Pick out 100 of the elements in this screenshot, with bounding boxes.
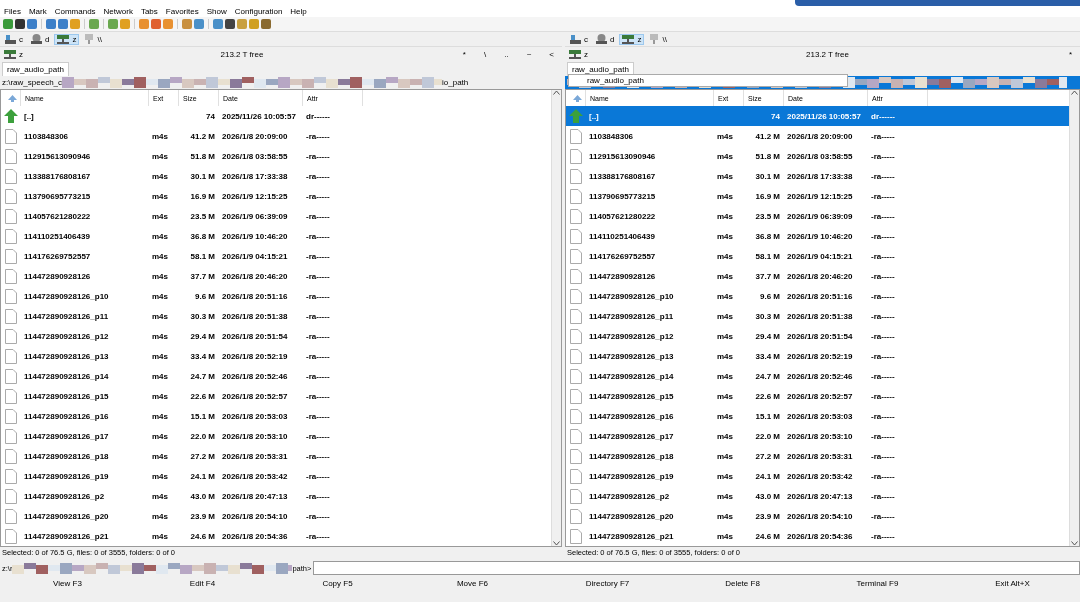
file-name: 114472890928126 [588, 271, 657, 281]
file-row[interactable]: 113388176808167 m4s 30.1 M 2026/1/8 17:33:38 -ra----- [566, 166, 1069, 186]
file-ext: m4s [716, 191, 734, 201]
file-row[interactable]: 114472890928126_p14 m4s 24.7 M 2026/1/8 20:52:46 -ra----- [1, 366, 551, 386]
drive-button[interactable]: c [2, 33, 26, 45]
scrollbar[interactable] [1069, 90, 1079, 546]
drive-button[interactable]: z [619, 33, 645, 45]
file-icon [5, 528, 17, 544]
file-row[interactable]: 114472890928126_p13 m4s 33.4 M 2026/1/8 20:52:19 -ra----- [1, 346, 551, 366]
file-row[interactable]: 114472890928126_p19 m4s 24.1 M 2026/1/8 20:53:42 -ra----- [1, 466, 551, 486]
nav-button[interactable]: .. [502, 49, 511, 59]
file-name: 114472890928126_p2 [23, 491, 106, 501]
path-bar[interactable]: raw_audio_path [565, 76, 1080, 89]
file-row[interactable]: 113790695773215 m4s 16.9 M 2026/1/9 12:15:25 -ra----- [566, 186, 1069, 206]
drive-button[interactable]: \\ [81, 33, 105, 45]
file-row[interactable]: 114472890928126_p10 m4s 9.6 M 2026/1/8 20:51:16 -ra----- [566, 286, 1069, 306]
menu-item[interactable]: Commands [54, 6, 96, 16]
file-row[interactable]: 114472890928126_p15 m4s 22.6 M 2026/1/8 20:52:57 -ra----- [566, 386, 1069, 406]
file-row[interactable]: 113388176808167 m4s 30.1 M 2026/1/8 17:33:38 -ra----- [1, 166, 551, 186]
nav-button[interactable]: < [547, 49, 556, 59]
file-row[interactable]: 114472890928126_p17 m4s 22.0 M 2026/1/8 20:53:10 -ra----- [566, 426, 1069, 446]
file-row[interactable]: 114176269752557 m4s 58.1 M 2026/1/9 04:15:21 -ra----- [1, 246, 551, 266]
menu-item[interactable]: Files [4, 6, 21, 16]
drive-button[interactable]: c [567, 33, 591, 45]
file-icon [570, 128, 582, 144]
file-size: 16.9 M [189, 191, 216, 201]
file-row[interactable]: 114472890928126_p17 m4s 22.0 M 2026/1/8 20:53:10 -ra----- [1, 426, 551, 446]
file-ext: m4s [151, 271, 169, 281]
menu-item[interactable]: Configuration [234, 6, 283, 16]
file-size: 23.9 M [189, 511, 216, 521]
tab-menu-item[interactable]: raw_audio_path [568, 74, 848, 87]
file-row[interactable]: 114472890928126_p11 m4s 30.3 M 2026/1/8 20:51:38 -ra----- [566, 306, 1069, 326]
file-row[interactable]: 114472890928126_p19 m4s 24.1 M 2026/1/8 20:53:42 -ra----- [566, 466, 1069, 486]
file-row[interactable]: 112915613090946 m4s 51.8 M 2026/1/8 03:58:55 -ra----- [566, 146, 1069, 166]
file-row[interactable]: 113790695773215 m4s 16.9 M 2026/1/9 12:15:25 -ra----- [1, 186, 551, 206]
file-attr: -ra----- [305, 371, 331, 381]
file-attr: -ra----- [870, 451, 896, 461]
file-row[interactable]: 114472890928126_p13 m4s 33.4 M 2026/1/8 20:52:19 -ra----- [566, 346, 1069, 366]
menu-item[interactable]: Favorites [165, 6, 199, 16]
file-name: 114176269752557 [23, 251, 92, 261]
file-row[interactable]: 114472890928126_p10 m4s 9.6 M 2026/1/8 20:51:16 -ra----- [1, 286, 551, 306]
file-attr: -ra----- [305, 391, 331, 401]
file-ext: m4s [151, 491, 169, 501]
file-date: 2026/1/8 20:52:57 [786, 391, 854, 401]
file-name: 114110251406439 [588, 231, 656, 241]
file-row[interactable]: 114472890928126_p2 m4s 43.0 M 2026/1/8 20:47:13 -ra----- [566, 486, 1069, 506]
file-row[interactable]: 1103848306 m4s 41.2 M 2026/1/8 20:09:00 -ra----- [566, 126, 1069, 146]
file-attr: -ra----- [305, 511, 331, 521]
file-row[interactable]: [..] 74 2025/11/26 10:05:57 dr------ [566, 106, 1069, 126]
file-row[interactable]: 114176269752557 m4s 58.1 M 2026/1/9 04:15:21 -ra----- [566, 246, 1069, 266]
file-row[interactable]: 114472890928126_p14 m4s 24.7 M 2026/1/8 20:52:46 -ra----- [566, 366, 1069, 386]
folder-tab[interactable]: raw_audio_path [2, 62, 69, 76]
file-row[interactable]: 114472890928126_p21 m4s 24.6 M 2026/1/8 20:54:36 -ra----- [566, 526, 1069, 546]
drive-button[interactable]: \\ [646, 33, 670, 45]
file-row[interactable]: 114057621280222 m4s 23.5 M 2026/1/9 06:39:09 -ra----- [1, 206, 551, 226]
file-row[interactable]: 1103848306 m4s 41.2 M 2026/1/8 20:09:00 -ra----- [1, 126, 551, 146]
file-size: 22.6 M [754, 391, 781, 401]
nav-button[interactable]: ~ [524, 49, 534, 59]
nav-button[interactable]: * [1066, 49, 1074, 59]
nav-button[interactable]: \ [481, 49, 489, 59]
file-name: 114472890928126_p12 [588, 331, 675, 341]
menu-item[interactable]: Show [206, 6, 227, 16]
file-row[interactable]: 114472890928126_p20 m4s 23.9 M 2026/1/8 20:54:10 -ra----- [566, 506, 1069, 526]
file-row[interactable]: 114472890928126_p21 m4s 24.6 M 2026/1/8 20:54:36 -ra----- [1, 526, 551, 546]
nav-button[interactable]: * [460, 49, 468, 59]
file-row[interactable]: 114472890928126_p16 m4s 15.1 M 2026/1/8 20:53:03 -ra----- [566, 406, 1069, 426]
file-row[interactable]: 112915613090946 m4s 51.8 M 2026/1/8 03:58:55 -ra----- [1, 146, 551, 166]
file-size: 23.5 M [189, 211, 216, 221]
file-name: 114472890928126_p2 [588, 491, 671, 501]
file-row[interactable]: [..] 74 2025/11/26 10:05:57 dr------ [1, 106, 551, 126]
file-date: 2026/1/8 17:33:38 [786, 171, 854, 181]
command-field[interactable] [313, 561, 1080, 575]
file-ext: m4s [716, 371, 734, 381]
file-ext: m4s [151, 191, 169, 201]
file-row[interactable]: 114472890928126_p18 m4s 27.2 M 2026/1/8 20:53:31 -ra----- [1, 446, 551, 466]
file-icon [5, 428, 17, 444]
file-attr: -ra----- [305, 131, 331, 141]
file-row[interactable]: 114472890928126 m4s 37.7 M 2026/1/8 20:46:20 -ra----- [1, 266, 551, 286]
file-size: 36.8 M [189, 231, 216, 241]
file-row[interactable]: 114472890928126_p20 m4s 23.9 M 2026/1/8 20:54:10 -ra----- [1, 506, 551, 526]
menu-item[interactable]: Help [290, 6, 307, 16]
file-row[interactable]: 114472890928126_p16 m4s 15.1 M 2026/1/8 20:53:03 -ra----- [1, 406, 551, 426]
scrollbar[interactable] [551, 90, 561, 546]
file-row[interactable]: 114057621280222 m4s 23.5 M 2026/1/9 06:39:09 -ra----- [566, 206, 1069, 226]
menu-item[interactable]: Network [103, 6, 133, 16]
file-row[interactable]: 114472890928126_p18 m4s 27.2 M 2026/1/8 20:53:31 -ra----- [566, 446, 1069, 466]
menu-item[interactable]: Tabs [140, 6, 158, 16]
drive-button[interactable]: d [593, 33, 618, 45]
file-row[interactable]: 114110251406439 m4s 36.8 M 2026/1/9 10:46:20 -ra----- [1, 226, 551, 246]
drive-button[interactable]: d [28, 33, 53, 45]
file-row[interactable]: 114472890928126_p15 m4s 22.6 M 2026/1/8 20:52:57 -ra----- [1, 386, 551, 406]
file-ext: m4s [151, 331, 169, 341]
file-row[interactable]: 114110251406439 m4s 36.8 M 2026/1/9 10:46:20 -ra----- [566, 226, 1069, 246]
drive-button[interactable]: z [54, 33, 80, 45]
file-row[interactable]: 114472890928126_p12 m4s 29.4 M 2026/1/8 20:51:54 -ra----- [566, 326, 1069, 346]
file-row[interactable]: 114472890928126_p2 m4s 43.0 M 2026/1/8 20:47:13 -ra----- [1, 486, 551, 506]
menu-item[interactable]: Mark [28, 6, 47, 16]
file-row[interactable]: 114472890928126_p12 m4s 29.4 M 2026/1/8 20:51:54 -ra----- [1, 326, 551, 346]
file-row[interactable]: 114472890928126_p11 m4s 30.3 M 2026/1/8 20:51:38 -ra----- [1, 306, 551, 326]
file-row[interactable]: 114472890928126 m4s 37.7 M 2026/1/8 20:46:20 -ra----- [566, 266, 1069, 286]
